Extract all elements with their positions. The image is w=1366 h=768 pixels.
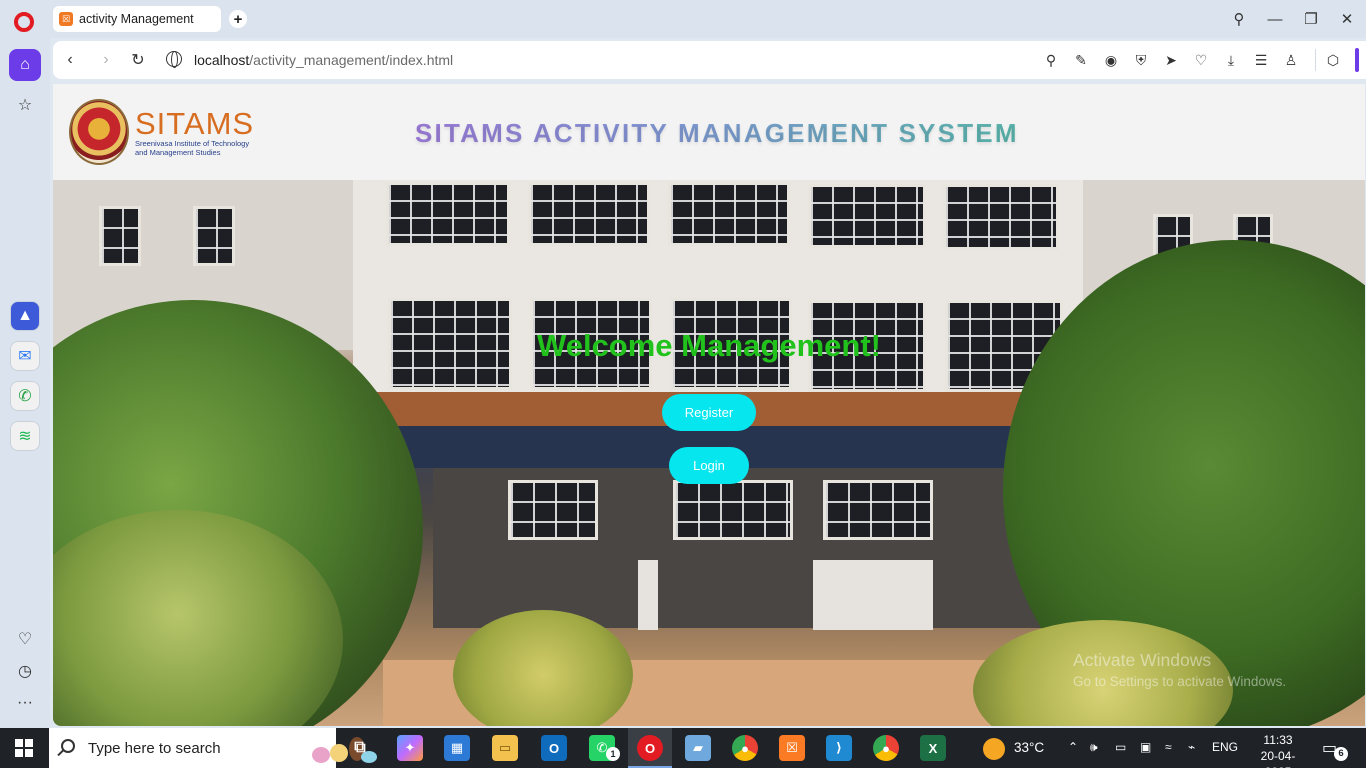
chevron-up-icon[interactable]: ⌃	[1068, 740, 1078, 754]
windows-taskbar: Type here to search ⧉ ✦ ▦ ▭ O ✆ 1 O ▰ ● …	[0, 728, 1366, 768]
profile-icon[interactable]: ♙	[1281, 50, 1301, 70]
activate-windows-watermark: Activate Windows Go to Settings to activ…	[1073, 650, 1286, 689]
task-view-icon[interactable]: ⧉	[347, 735, 373, 761]
activate-windows-subtitle: Go to Settings to activate Windows.	[1073, 674, 1287, 689]
wifi-icon[interactable]: ≈	[1165, 740, 1172, 754]
network-icon[interactable]: ▣	[1140, 740, 1151, 754]
search-tabs-icon[interactable]: ⚲	[1227, 8, 1251, 30]
close-window-button[interactable]: ✕	[1335, 8, 1359, 30]
site-header: SITAMS Sreenivasa Institute of Technolog…	[53, 84, 1365, 180]
send-icon[interactable]: ➤	[1161, 50, 1181, 70]
taskbar-search-placeholder: Type here to search	[88, 740, 221, 757]
page-title: SITAMS ACTIVITY MANAGEMENT SYSTEM	[415, 118, 1019, 148]
notification-badge: 6	[1334, 747, 1348, 761]
whatsapp-icon[interactable]: ✆	[10, 381, 40, 411]
search-page-icon[interactable]: ⚲	[1041, 50, 1061, 70]
home-icon[interactable]: ⌂	[9, 49, 41, 81]
history-clock-icon[interactable]: ◷	[9, 655, 41, 687]
taskbar-search-box[interactable]: Type here to search	[49, 728, 377, 768]
toolbar-divider	[1315, 49, 1316, 71]
weather-icon[interactable]	[983, 738, 1005, 760]
chrome-icon[interactable]: ●	[732, 735, 758, 761]
browser-tab-active[interactable]: ☒ activity Management	[53, 6, 221, 32]
more-options-icon[interactable]: ···	[9, 687, 41, 719]
easy-setup-icon[interactable]: ☰	[1251, 50, 1271, 70]
edit-icon[interactable]: ✎	[1071, 50, 1091, 70]
vscode-icon[interactable]: ⟩	[826, 735, 852, 761]
url-path: /activity_management/index.html	[249, 52, 454, 68]
globe-icon	[166, 51, 182, 68]
reload-icon[interactable]: ↻	[128, 50, 148, 70]
battery-icon[interactable]: ▭	[1115, 740, 1126, 754]
welcome-heading: Welcome Management!	[537, 328, 881, 363]
sidebar-accent-bar	[1355, 48, 1359, 72]
speed-dial-star-icon[interactable]: ☆	[9, 89, 41, 121]
hero-banner: Welcome Management! Register Login Activ…	[53, 180, 1365, 726]
opera-logo-icon[interactable]	[14, 12, 34, 32]
aria-ai-icon[interactable]: ▲	[10, 301, 40, 331]
new-tab-button[interactable]: +	[229, 10, 247, 28]
back-arrow-icon[interactable]: ‹	[60, 50, 80, 70]
minimize-button[interactable]: —	[1263, 8, 1287, 30]
input-language[interactable]: ENG	[1212, 740, 1238, 754]
opera-sidebar: ⌂ ☆ ▲ ✉ ✆ ≋ ♡ ◷ ···	[0, 38, 50, 728]
page-viewport: SITAMS Sreenivasa Institute of Technolog…	[53, 84, 1365, 726]
extensions-cube-icon[interactable]: ⬡	[1323, 50, 1343, 70]
restore-button[interactable]: ❐	[1299, 8, 1323, 30]
tab-title: activity Management	[79, 12, 194, 26]
system-clock[interactable]: 11:33 20-04-2025	[1248, 732, 1308, 768]
adblock-shield-icon[interactable]: ⛨	[1131, 50, 1151, 70]
notes-app-icon[interactable]: ▰	[685, 735, 711, 761]
xampp-taskbar-icon[interactable]: ☒	[779, 735, 805, 761]
brand-subtitle-line1: Sreenivasa Institute of Technology	[135, 139, 250, 148]
bookmark-heart-icon[interactable]: ♡	[1191, 50, 1211, 70]
brand-subtitle-line2: and Management Studies	[135, 148, 221, 157]
url-host: localhost	[194, 52, 250, 68]
activate-windows-title: Activate Windows	[1073, 650, 1212, 670]
outlook-icon[interactable]: O	[541, 735, 567, 761]
usb-icon[interactable]: ⌁	[1188, 740, 1195, 754]
forward-arrow-icon[interactable]: ›	[96, 50, 116, 70]
brand-subtitle: Sreenivasa Institute of Technology and M…	[135, 139, 285, 157]
browser-toolbar: ‹ › ↻ localhost/activity_management/inde…	[53, 41, 1366, 79]
weather-temperature[interactable]: 33°C	[1014, 740, 1044, 755]
clock-date: 20-04-2025	[1260, 749, 1296, 768]
address-bar[interactable]: localhost/activity_management/index.html	[194, 52, 453, 68]
camera-snapshot-icon[interactable]: ◉	[1101, 50, 1121, 70]
download-icon[interactable]: ⤓	[1221, 50, 1241, 70]
search-icon	[61, 739, 75, 753]
whatsapp-badge: 1	[606, 747, 620, 761]
college-seal-logo	[69, 99, 129, 165]
xampp-icon: ☒	[59, 12, 73, 26]
heart-icon[interactable]: ♡	[9, 623, 41, 655]
brand-name: SITAMS	[135, 106, 255, 141]
browser-tab-strip: ☒ activity Management + ⚲ — ❐ ✕	[0, 0, 1366, 38]
spotify-icon[interactable]: ≋	[10, 421, 40, 451]
register-button[interactable]: Register	[662, 394, 756, 431]
login-button[interactable]: Login	[669, 447, 749, 484]
messenger-icon[interactable]: ✉	[10, 341, 40, 371]
speaker-icon[interactable]: 🕪	[1090, 740, 1098, 755]
chrome-profile-icon[interactable]: ●	[873, 735, 899, 761]
windows-start-icon[interactable]	[15, 739, 33, 757]
opera-taskbar-icon[interactable]: O	[637, 735, 663, 761]
clock-time: 11:33	[1263, 733, 1293, 747]
excel-icon[interactable]: X	[920, 735, 946, 761]
microsoft-store-icon[interactable]: ▦	[444, 735, 470, 761]
copilot-icon[interactable]: ✦	[397, 735, 423, 761]
file-explorer-icon[interactable]: ▭	[492, 735, 518, 761]
